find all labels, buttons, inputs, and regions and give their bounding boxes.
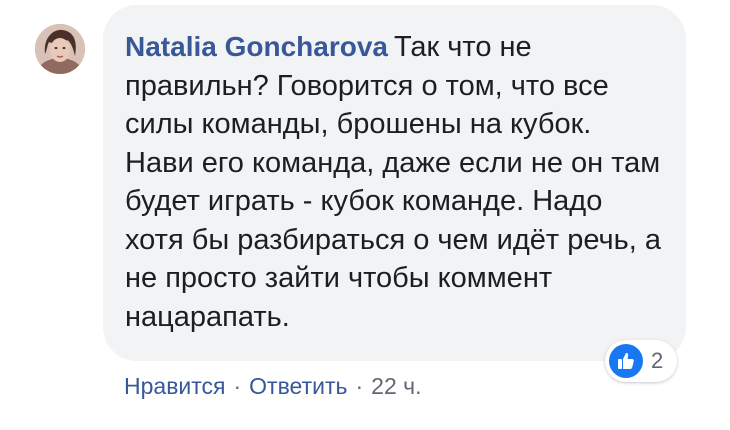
separator-dot: · xyxy=(355,373,364,399)
like-link[interactable]: Нравится xyxy=(124,373,226,399)
comment-timestamp[interactable]: 22 ч. xyxy=(371,373,421,399)
reply-link[interactable]: Ответить xyxy=(249,373,347,399)
comment-body: Natalia Goncharova Так что не правильн? Г… xyxy=(125,28,662,336)
comment-actions: Нравится · Ответить · 22 ч. xyxy=(124,372,422,400)
comment-author[interactable]: Natalia Goncharova xyxy=(125,31,388,62)
reactions-badge[interactable]: 2 xyxy=(605,340,677,382)
like-icon xyxy=(609,344,643,378)
comment-text: Так что не правильн? Говорится о том, чт… xyxy=(125,31,661,333)
comment-bubble: Natalia Goncharova Так что не правильн? Г… xyxy=(103,5,686,361)
reaction-count: 2 xyxy=(651,348,664,373)
avatar[interactable] xyxy=(35,24,85,74)
separator-dot: · xyxy=(233,373,242,399)
